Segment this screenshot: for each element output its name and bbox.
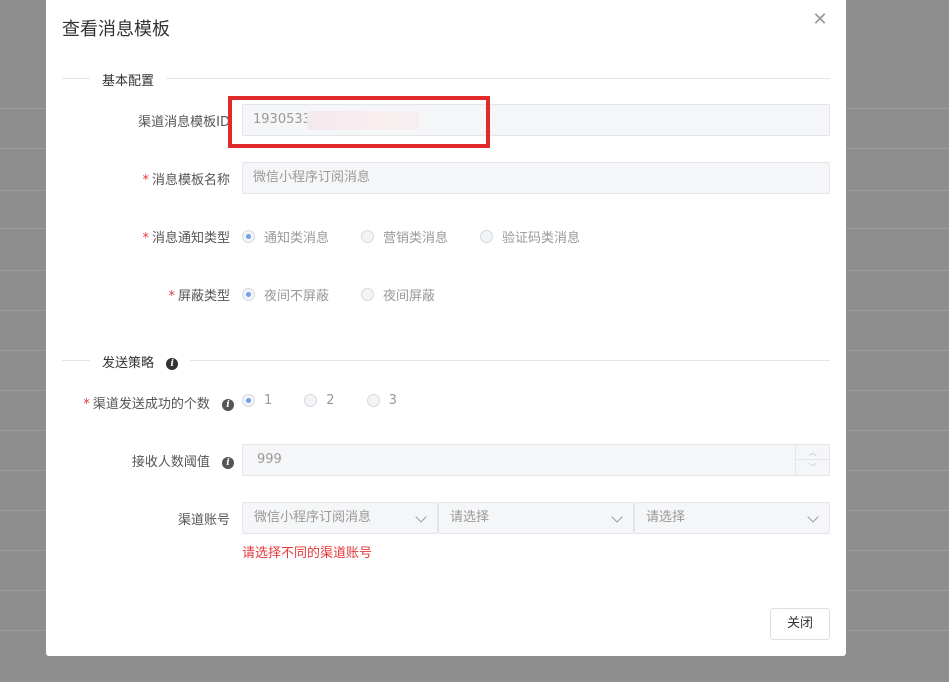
highlight-annotation [228,96,490,148]
channel-account-select-1[interactable]: 微信小程序订阅消息 [242,502,438,534]
radio-count-3[interactable]: 3 [366,393,397,408]
radio-notify[interactable]: 通知类消息 [242,227,329,246]
radio-night-no-shield[interactable]: 夜间不屏蔽 [242,285,329,304]
receiver-threshold-label: 接收人数阈值 i [132,451,234,470]
chevron-down-icon [415,511,427,523]
section-divider [62,78,830,79]
template-name-input[interactable]: 微信小程序订阅消息 [242,162,830,194]
view-template-modal: 查看消息模板 ✕ 基本配置 渠道消息模板ID 1930533 * 消息模板名称 微… [46,0,846,656]
close-button[interactable]: 关闭 [770,608,830,640]
channel-account-select-3[interactable]: 请选择 [634,502,830,534]
radio-count-1[interactable]: 1 [242,393,272,408]
decrement-icon[interactable]: ﹀ [796,460,829,475]
template-id-label: 渠道消息模板ID [138,115,230,130]
section-title-basic: 基本配置 [90,70,167,89]
close-icon[interactable]: ✕ [810,10,830,30]
section-title-strategy: 发送策略 i [90,352,191,371]
channel-account-label: 渠道账号 [177,513,230,528]
chevron-down-icon [807,511,819,523]
info-icon[interactable]: i [166,357,179,370]
receiver-threshold-input[interactable]: 999 ︿ ﹀ [242,444,830,476]
info-icon[interactable]: i [222,456,234,469]
number-spinner: ︿ ﹀ [795,445,829,475]
info-icon[interactable]: i [222,398,234,411]
chevron-down-icon [611,511,623,523]
channel-account-select-2[interactable]: 请选择 [438,502,634,534]
success-count-label: * 渠道发送成功的个数 i [83,393,234,412]
radio-count-2[interactable]: 2 [304,393,335,408]
success-count-radio-group: 1 2 3 [242,393,429,408]
shield-type-radio-group: 夜间不屏蔽 夜间屏蔽 [242,285,467,304]
channel-account-error: 请选择不同的渠道账号 [242,546,373,561]
shield-type-label: * 屏蔽类型 [168,289,230,304]
radio-marketing[interactable]: 营销类消息 [361,227,448,246]
template-name-label: * 消息模板名称 [142,173,230,188]
increment-icon[interactable]: ︿ [796,445,829,460]
notify-type-label: * 消息通知类型 [142,231,230,246]
radio-verify-code[interactable]: 验证码类消息 [480,227,580,246]
radio-night-shield[interactable]: 夜间屏蔽 [361,285,435,304]
modal-title: 查看消息模板 [62,19,170,40]
notify-type-radio-group: 通知类消息 营销类消息 验证码类消息 [242,227,612,246]
